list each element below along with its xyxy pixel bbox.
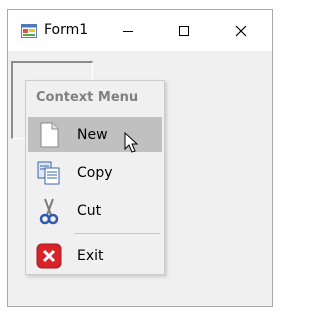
menu-item-exit[interactable]: Exit: [28, 238, 162, 273]
menu-item-copy[interactable]: Copy: [28, 155, 162, 190]
menu-item-label: New: [77, 127, 108, 143]
title-bar[interactable]: Form1: [8, 10, 272, 51]
exit-icon: [36, 243, 62, 269]
minimize-button[interactable]: [105, 10, 151, 51]
maximize-icon: [179, 25, 189, 36]
menu-item-label: Cut: [77, 203, 102, 219]
menu-item-label: Copy: [77, 165, 113, 181]
close-icon: [235, 25, 247, 36]
window-title: Form1: [44, 22, 89, 38]
scissors-icon: [39, 198, 59, 225]
close-button[interactable]: [218, 10, 264, 51]
context-menu-header: Context Menu: [36, 90, 139, 105]
context-menu: Context Menu New Copy Cut Exit: [25, 80, 165, 275]
menu-item-new[interactable]: New: [28, 117, 162, 152]
menu-item-label: Exit: [77, 248, 104, 264]
maximize-button[interactable]: [161, 10, 207, 51]
copy-icon: [37, 161, 60, 185]
menu-item-cut[interactable]: Cut: [28, 193, 162, 228]
mouse-cursor-icon: [124, 132, 139, 153]
minimize-icon: [123, 30, 133, 32]
menu-separator: [74, 233, 160, 234]
new-document-icon: [40, 122, 59, 148]
form-icon: [21, 24, 37, 38]
